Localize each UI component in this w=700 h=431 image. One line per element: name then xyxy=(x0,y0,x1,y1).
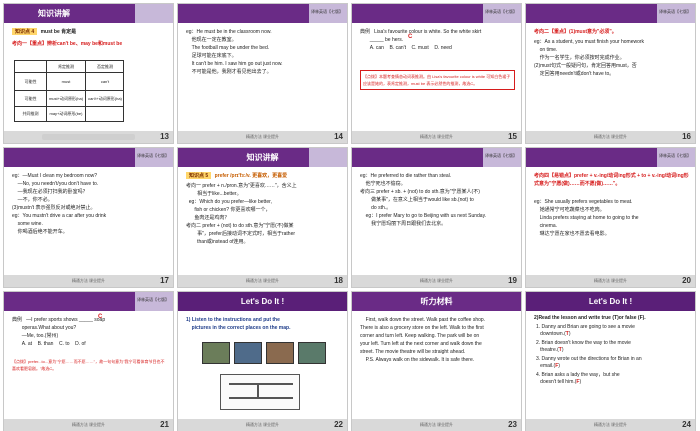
slide-footer: 精通方法 课业提升 xyxy=(178,275,347,287)
table-header-cell: 否定推测 xyxy=(86,61,124,73)
slide-thumbnail-14[interactable]: 译林英语【七版】 eg：He must be in the classroom … xyxy=(177,3,348,144)
slide-header-caption: 译林英语【七版】 xyxy=(137,153,169,158)
slide-number: 23 xyxy=(508,420,517,429)
table-cell: 共同推测 xyxy=(15,107,47,121)
knowledge-point-badge: 知识点 4 xyxy=(12,28,38,35)
slide-number: 13 xyxy=(160,132,169,141)
slide-thumbnail-16[interactable]: 译林英语【七版】 考向二【重点】(1)must意为"必须"。 eg：As a s… xyxy=(525,3,696,144)
slide-footer: 精通方法 课业提升 xyxy=(178,131,347,143)
table-cell xyxy=(86,107,124,121)
slide-header-caption: 译林英语【七版】 xyxy=(659,9,691,14)
slide-number: 19 xyxy=(508,276,517,285)
example-question: 典例 Lisa's favourite colour is white. So … xyxy=(360,29,482,51)
list-item: 2. Brian doesn't know the way to the mov… xyxy=(536,340,631,353)
explanation-note: 【点拨】prefer...to...意为"宁愿……而不愿……"，故一句句意为"我… xyxy=(12,359,165,371)
slide-thumbnail-20[interactable]: 译林英语【七版】 考向四【易错点】prefer + v.-ing/动词ing形式… xyxy=(525,147,696,288)
slide-header-caption: 译林英语【七版】 xyxy=(311,9,343,14)
slide-thumbnail-21[interactable]: 译林英语【七版】 典例 —I prefer sports shows _____… xyxy=(3,291,174,431)
explanation-note: 【点拨】本题考查情态动词表推测。由 Lisa's favourite colou… xyxy=(360,70,515,90)
slide-body-text: eg：He preferred to die rather than steal… xyxy=(360,173,487,227)
knowledge-point-text: must be 肯定是 xyxy=(40,29,77,35)
table-cell: can't xyxy=(86,73,124,91)
slide-title: 听力材料 xyxy=(420,297,453,306)
slide-header-caption: 译林英语【七版】 xyxy=(137,297,169,302)
modal-table: 肯定推测 否定推测 可能性 must can't 可能性 must+动词原形(h… xyxy=(14,60,124,122)
photo-thumbnail xyxy=(266,342,294,364)
slide-footer: 精通方法 课业提升 xyxy=(352,419,521,431)
slide-footer xyxy=(4,131,173,143)
slide-footer: 精通方法 课业提升 xyxy=(4,275,173,287)
photo-thumbnail xyxy=(202,342,230,364)
knowledge-point-badge: 知识点 5 xyxy=(186,172,212,179)
slide-thumbnail-22[interactable]: Let's Do It ! 1) Listen to the instructi… xyxy=(177,291,348,431)
example-question: 典例 —I prefer sports shows _____ soap ope… xyxy=(12,317,106,347)
slide-body-text: 考向一 prefer + n./pron.意为"更喜欢……"，含义上 相当于li… xyxy=(186,183,297,245)
slide-footer: 精通方法 课业提升 xyxy=(352,131,521,143)
focus-line: 考向二【重点】(1)must意为"必须"。 xyxy=(534,29,617,35)
slide-title: Let's Do It ! xyxy=(240,297,285,306)
table-cell: may+动词原形(be) xyxy=(47,107,86,121)
street-map xyxy=(220,374,300,410)
slide-number: 16 xyxy=(682,132,691,141)
list-item: 3. Danny wrote out the directions for Br… xyxy=(536,356,642,369)
slide-thumbnail-19[interactable]: 译林英语【七版】 eg：He preferred to die rather t… xyxy=(351,147,522,288)
slide-footer: 精通方法 课业提升 xyxy=(526,131,695,143)
slide-number: 22 xyxy=(334,420,343,429)
slide-thumbnail-24[interactable]: Let's Do It ! 2)Read the lesson and writ… xyxy=(525,291,696,431)
focus-line: 考向一【重点】辨析can't be、may be和must be xyxy=(12,41,123,47)
slide-sorter-grid: 知识讲解 知识点 4 must be 肯定是 考向一【重点】辨析can't be… xyxy=(0,0,700,431)
slide-number: 20 xyxy=(682,276,691,285)
slide-footer: 精通方法 课业提升 xyxy=(352,275,521,287)
table-cell: must xyxy=(47,73,86,91)
slide-thumbnail-23[interactable]: 听力材料 First, walk down the street. Walk p… xyxy=(351,291,522,431)
instruction-text: 2)Read the lesson and write true (T)or f… xyxy=(534,315,646,321)
slide-number: 15 xyxy=(508,132,517,141)
answer-mark: C xyxy=(408,34,413,40)
slide-header-caption: 译林英语【七版】 xyxy=(659,153,691,158)
listening-script: First, walk down the street. Walk past t… xyxy=(360,317,486,363)
slide-title: Let's Do It ! xyxy=(588,297,633,306)
true-false-list: 1. Danny and Brian are going to see a mo… xyxy=(536,324,689,386)
focus-line: 考向四【易错点】prefer + v.-ing/动词ing形式 + to + v… xyxy=(534,173,689,187)
slide-thumbnail-17[interactable]: 译林英语【七版】 eg：—Must I clean my bedroom now… xyxy=(3,147,174,288)
slide-header-caption: 译林英语【七版】 xyxy=(485,153,517,158)
slide-number: 21 xyxy=(160,420,169,429)
slide-body-text: eg：She usually prefers vegetables to mea… xyxy=(534,199,639,237)
slide-number: 18 xyxy=(334,276,343,285)
slide-thumbnail-15[interactable]: 译林英语【七版】 典例 Lisa's favourite colour is w… xyxy=(351,3,522,144)
slide-body-text: eg：As a student, you must finish your ho… xyxy=(534,39,645,77)
slide-footer: 精通方法 课业提升 xyxy=(4,419,173,431)
slide-body-text: eg：—Must I clean my bedroom now? —No, yo… xyxy=(12,173,107,235)
table-cell: must+动词原形(ha) xyxy=(47,91,86,107)
slide-number: 17 xyxy=(160,276,169,285)
slide-thumbnail-13[interactable]: 知识讲解 知识点 4 must be 肯定是 考向一【重点】辨析can't be… xyxy=(3,3,174,144)
slide-number: 14 xyxy=(334,132,343,141)
slide-title: 知识讲解 xyxy=(246,153,279,162)
table-cell: 可能性 xyxy=(15,91,47,107)
slide-title: 知识讲解 xyxy=(38,9,70,18)
slide-header-caption: 译林英语【七版】 xyxy=(485,9,517,14)
slide-footer: 精通方法 课业提升 xyxy=(178,419,347,431)
table-cell: can't+动词原形(ha) xyxy=(86,91,124,107)
table-cell: 可能性 xyxy=(15,73,47,91)
list-item: 4. Brian asks a lady the way，but she doe… xyxy=(536,372,620,385)
slide-number: 24 xyxy=(682,420,691,429)
slide-body-text: eg：He must be in the classroom now. 他现在一… xyxy=(186,29,283,75)
table-header-cell: 肯定推测 xyxy=(47,61,86,73)
photo-thumbnail xyxy=(234,342,262,364)
instruction-text: 1) Listen to the instructions and put th… xyxy=(186,317,291,331)
knowledge-point-text: prefer /prɪ'fɜː/v. 更喜欢，更喜爱 xyxy=(214,173,288,179)
answer-mark: C xyxy=(98,314,103,320)
slide-footer: 精通方法 课业提升 xyxy=(526,275,695,287)
list-item: 1. Danny and Brian are going to see a mo… xyxy=(536,324,635,337)
slide-footer: 精通方法 课业提升 xyxy=(526,419,695,431)
slide-thumbnail-18[interactable]: 知识讲解 知识点 5 prefer /prɪ'fɜː/v. 更喜欢，更喜爱 考向… xyxy=(177,147,348,288)
photo-thumbnail xyxy=(298,342,326,364)
